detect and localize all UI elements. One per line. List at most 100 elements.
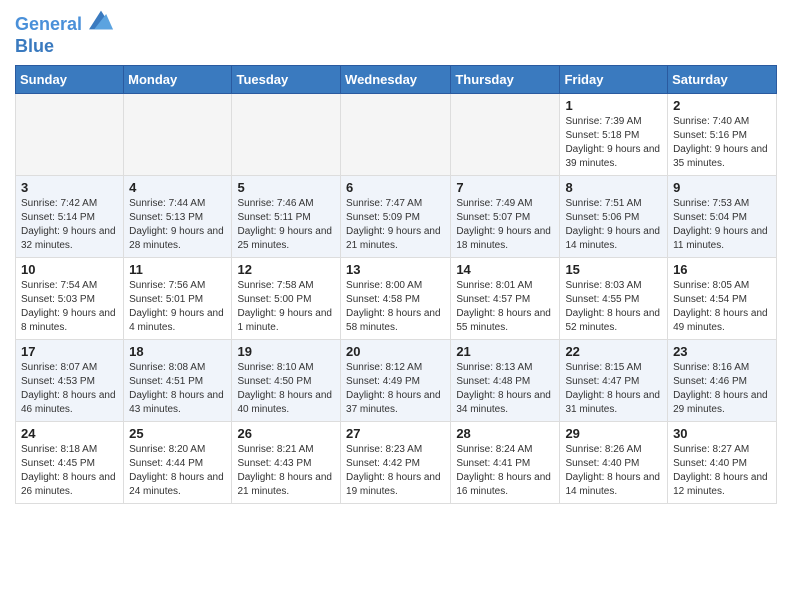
calendar-cell: 8 Sunrise: 7:51 AM Sunset: 5:06 PM Daylig… [560, 176, 668, 258]
calendar-cell: 30 Sunrise: 8:27 AM Sunset: 4:40 PM Dayli… [668, 422, 777, 504]
calendar-cell: 21 Sunrise: 8:13 AM Sunset: 4:48 PM Dayli… [451, 340, 560, 422]
day-info: Sunrise: 7:54 AM Sunset: 5:03 PM Dayligh… [21, 279, 118, 335]
day-info: Sunrise: 7:58 AM Sunset: 5:00 PM Dayligh… [237, 279, 335, 335]
logo-text: General [15, 10, 113, 36]
calendar-cell: 11 Sunrise: 7:56 AM Sunset: 5:01 PM Dayli… [124, 258, 232, 340]
calendar-cell: 6 Sunrise: 7:47 AM Sunset: 5:09 PM Daylig… [341, 176, 451, 258]
weekday-header-row: SundayMondayTuesdayWednesdayThursdayFrid… [16, 66, 777, 94]
day-number: 14 [456, 262, 554, 277]
header: General Blue [15, 10, 777, 57]
day-number: 13 [346, 262, 445, 277]
day-number: 12 [237, 262, 335, 277]
calendar-cell [232, 94, 341, 176]
day-info: Sunrise: 7:39 AM Sunset: 5:18 PM Dayligh… [565, 115, 662, 171]
day-info: Sunrise: 8:10 AM Sunset: 4:50 PM Dayligh… [237, 361, 335, 417]
calendar-cell: 4 Sunrise: 7:44 AM Sunset: 5:13 PM Daylig… [124, 176, 232, 258]
calendar-cell: 17Sunrise: 8:07 AM Sunset: 4:53 PM Dayli… [16, 340, 124, 422]
calendar-cell: 16Sunrise: 8:05 AM Sunset: 4:54 PM Dayli… [668, 258, 777, 340]
day-info: Sunrise: 8:16 AM Sunset: 4:46 PM Dayligh… [673, 361, 771, 417]
day-number: 2 [673, 98, 771, 113]
day-info: Sunrise: 8:12 AM Sunset: 4:49 PM Dayligh… [346, 361, 445, 417]
day-info: Sunrise: 7:53 AM Sunset: 5:04 PM Dayligh… [673, 197, 771, 253]
calendar-cell: 18Sunrise: 8:08 AM Sunset: 4:51 PM Dayli… [124, 340, 232, 422]
day-info: Sunrise: 8:01 AM Sunset: 4:57 PM Dayligh… [456, 279, 554, 335]
day-info: Sunrise: 8:00 AM Sunset: 4:58 PM Dayligh… [346, 279, 445, 335]
day-info: Sunrise: 8:07 AM Sunset: 4:53 PM Dayligh… [21, 361, 118, 417]
day-info: Sunrise: 8:27 AM Sunset: 4:40 PM Dayligh… [673, 443, 771, 499]
day-number: 26 [237, 426, 335, 441]
day-number: 25 [129, 426, 226, 441]
day-number: 24 [21, 426, 118, 441]
day-number: 30 [673, 426, 771, 441]
day-info: Sunrise: 8:21 AM Sunset: 4:43 PM Dayligh… [237, 443, 335, 499]
day-number: 7 [456, 180, 554, 195]
day-info: Sunrise: 7:46 AM Sunset: 5:11 PM Dayligh… [237, 197, 335, 253]
day-number: 5 [237, 180, 335, 195]
calendar-cell: 27 Sunrise: 8:23 AM Sunset: 4:42 PM Dayli… [341, 422, 451, 504]
day-number: 27 [346, 426, 445, 441]
day-number: 6 [346, 180, 445, 195]
weekday-friday: Friday [560, 66, 668, 94]
calendar-cell: 10 Sunrise: 7:54 AM Sunset: 5:03 PM Dayli… [16, 258, 124, 340]
day-info: Sunrise: 8:03 AM Sunset: 4:55 PM Dayligh… [565, 279, 662, 335]
day-info: Sunrise: 7:49 AM Sunset: 5:07 PM Dayligh… [456, 197, 554, 253]
week-row-2: 10 Sunrise: 7:54 AM Sunset: 5:03 PM Dayli… [16, 258, 777, 340]
week-row-1: 3 Sunrise: 7:42 AM Sunset: 5:14 PM Daylig… [16, 176, 777, 258]
week-row-0: 1 Sunrise: 7:39 AM Sunset: 5:18 PM Daylig… [16, 94, 777, 176]
day-number: 23 [673, 344, 771, 359]
day-info: Sunrise: 8:13 AM Sunset: 4:48 PM Dayligh… [456, 361, 554, 417]
logo: General Blue [15, 10, 113, 57]
calendar-cell: 26 Sunrise: 8:21 AM Sunset: 4:43 PM Dayli… [232, 422, 341, 504]
day-number: 11 [129, 262, 226, 277]
weekday-saturday: Saturday [668, 66, 777, 94]
logo-icon [89, 10, 113, 30]
calendar-cell: 7 Sunrise: 7:49 AM Sunset: 5:07 PM Daylig… [451, 176, 560, 258]
day-info: Sunrise: 7:47 AM Sunset: 5:09 PM Dayligh… [346, 197, 445, 253]
day-info: Sunrise: 8:18 AM Sunset: 4:45 PM Dayligh… [21, 443, 118, 499]
calendar-cell [16, 94, 124, 176]
calendar-cell: 15 Sunrise: 8:03 AM Sunset: 4:55 PM Dayli… [560, 258, 668, 340]
day-info: Sunrise: 8:23 AM Sunset: 4:42 PM Dayligh… [346, 443, 445, 499]
day-number: 8 [565, 180, 662, 195]
day-number: 4 [129, 180, 226, 195]
calendar-cell: 28Sunrise: 8:24 AM Sunset: 4:41 PM Dayli… [451, 422, 560, 504]
day-info: Sunrise: 7:42 AM Sunset: 5:14 PM Dayligh… [21, 197, 118, 253]
day-number: 9 [673, 180, 771, 195]
calendar-cell: 22 Sunrise: 8:15 AM Sunset: 4:47 PM Dayli… [560, 340, 668, 422]
day-number: 10 [21, 262, 118, 277]
logo-general: General [15, 14, 82, 34]
calendar-cell: 3 Sunrise: 7:42 AM Sunset: 5:14 PM Daylig… [16, 176, 124, 258]
day-info: Sunrise: 8:24 AM Sunset: 4:41 PM Dayligh… [456, 443, 554, 499]
logo-blue: Blue [15, 36, 113, 58]
calendar-cell: 9 Sunrise: 7:53 AM Sunset: 5:04 PM Daylig… [668, 176, 777, 258]
weekday-sunday: Sunday [16, 66, 124, 94]
weekday-monday: Monday [124, 66, 232, 94]
day-number: 22 [565, 344, 662, 359]
day-number: 19 [237, 344, 335, 359]
day-info: Sunrise: 7:51 AM Sunset: 5:06 PM Dayligh… [565, 197, 662, 253]
day-info: Sunrise: 8:05 AM Sunset: 4:54 PM Dayligh… [673, 279, 771, 335]
week-row-4: 24 Sunrise: 8:18 AM Sunset: 4:45 PM Dayli… [16, 422, 777, 504]
calendar-cell: 1 Sunrise: 7:39 AM Sunset: 5:18 PM Daylig… [560, 94, 668, 176]
day-info: Sunrise: 8:15 AM Sunset: 4:47 PM Dayligh… [565, 361, 662, 417]
calendar-cell: 19 Sunrise: 8:10 AM Sunset: 4:50 PM Dayli… [232, 340, 341, 422]
weekday-tuesday: Tuesday [232, 66, 341, 94]
day-number: 3 [21, 180, 118, 195]
calendar-table: SundayMondayTuesdayWednesdayThursdayFrid… [15, 65, 777, 504]
day-number: 21 [456, 344, 554, 359]
calendar-cell: 24 Sunrise: 8:18 AM Sunset: 4:45 PM Dayli… [16, 422, 124, 504]
day-info: Sunrise: 7:44 AM Sunset: 5:13 PM Dayligh… [129, 197, 226, 253]
day-number: 1 [565, 98, 662, 113]
weekday-wednesday: Wednesday [341, 66, 451, 94]
day-info: Sunrise: 7:56 AM Sunset: 5:01 PM Dayligh… [129, 279, 226, 335]
week-row-3: 17Sunrise: 8:07 AM Sunset: 4:53 PM Dayli… [16, 340, 777, 422]
calendar-cell: 12 Sunrise: 7:58 AM Sunset: 5:00 PM Dayli… [232, 258, 341, 340]
day-number: 15 [565, 262, 662, 277]
calendar-cell: 23 Sunrise: 8:16 AM Sunset: 4:46 PM Dayli… [668, 340, 777, 422]
calendar-cell [451, 94, 560, 176]
calendar-cell [341, 94, 451, 176]
day-info: Sunrise: 8:08 AM Sunset: 4:51 PM Dayligh… [129, 361, 226, 417]
page: General Blue SundayMondayTuesdayWednesda… [0, 0, 792, 514]
calendar-cell: 14 Sunrise: 8:01 AM Sunset: 4:57 PM Dayli… [451, 258, 560, 340]
calendar-cell: 25Sunrise: 8:20 AM Sunset: 4:44 PM Dayli… [124, 422, 232, 504]
